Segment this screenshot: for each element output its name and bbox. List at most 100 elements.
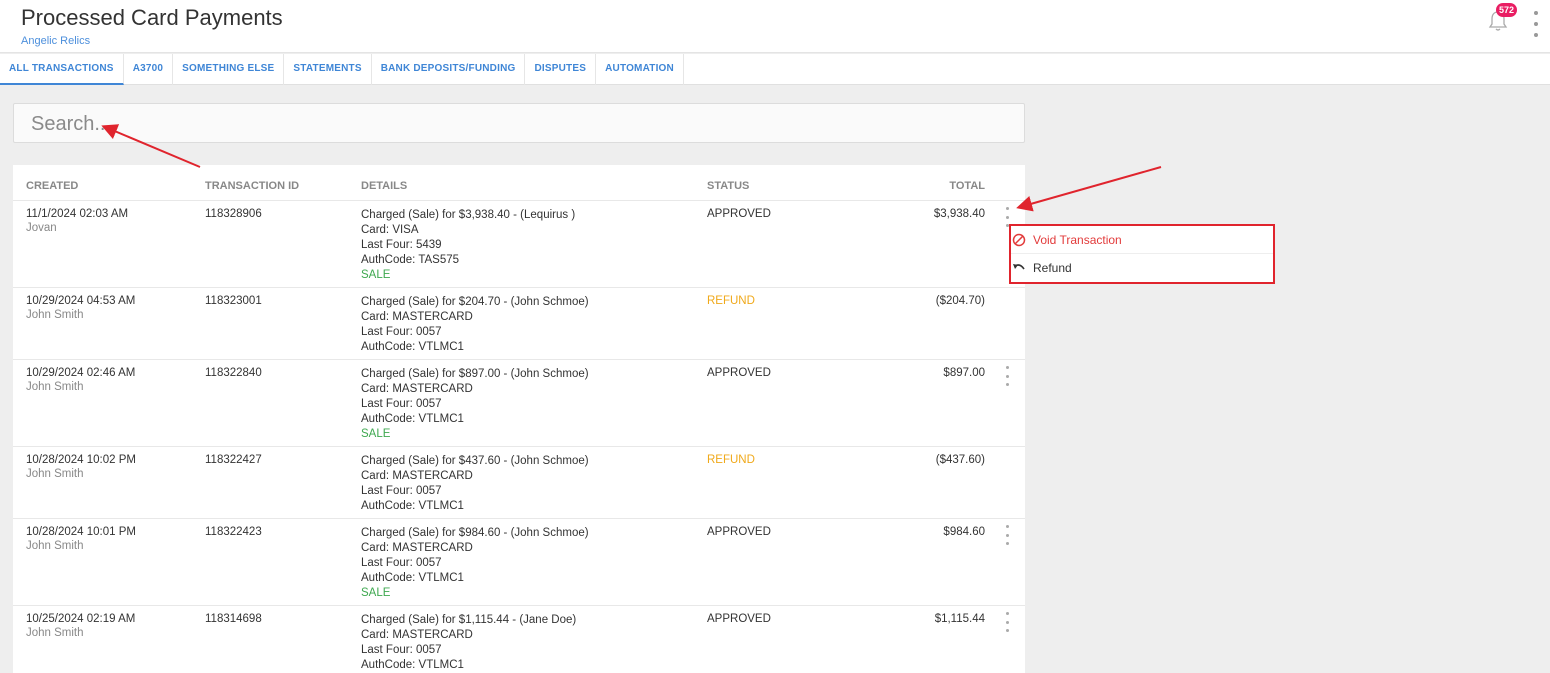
details-line: Last Four: 0057 bbox=[361, 557, 442, 569]
details-line: Card: MASTERCARD bbox=[361, 383, 473, 395]
table-row[interactable]: 10/29/2024 04:53 AM John Smith 118323001 Ch… bbox=[13, 288, 1025, 360]
transaction-details: Charged (Sale) for $1,115.44 - (Jane Doe… bbox=[361, 613, 576, 673]
tab-disputes[interactable]: DISPUTES bbox=[525, 54, 597, 85]
undo-icon bbox=[1013, 264, 1025, 270]
transaction-details: Charged (Sale) for $3,938.40 - (Lequirus… bbox=[361, 208, 575, 283]
annotation-arrow-menu bbox=[1016, 166, 1162, 212]
table-header: CREATED TRANSACTION ID DETAILS STATUS TO… bbox=[13, 165, 1025, 201]
refund-menu-item[interactable]: Refund bbox=[1011, 254, 1273, 282]
transaction-id: 118323001 bbox=[205, 295, 262, 307]
row-context-menu: Void Transaction Refund bbox=[1009, 224, 1275, 284]
table-row[interactable]: 10/28/2024 10:02 PM John Smith 118322427 Ch… bbox=[13, 447, 1025, 519]
created-by: John Smith bbox=[26, 468, 84, 480]
status-badge: APPROVED bbox=[707, 526, 771, 538]
column-created[interactable]: CREATED bbox=[26, 180, 78, 192]
details-line: AuthCode: VTLMC1 bbox=[361, 341, 464, 353]
details-line: Last Four: 0057 bbox=[361, 398, 442, 410]
tab-automation[interactable]: AUTOMATION bbox=[596, 54, 684, 85]
notification-badge: 572 bbox=[1496, 3, 1518, 17]
details-line: Card: MASTERCARD bbox=[361, 470, 473, 482]
search-input[interactable]: Search... bbox=[13, 103, 1025, 143]
details-line: AuthCode: TAS575 bbox=[361, 254, 460, 266]
created-date: 10/29/2024 04:53 AM bbox=[26, 295, 136, 307]
details-line: AuthCode: VTLMC1 bbox=[361, 413, 464, 425]
details-line: AuthCode: VTLMC1 bbox=[361, 659, 464, 671]
transaction-type: SALE bbox=[361, 428, 391, 440]
created-date: 10/28/2024 10:01 PM bbox=[26, 526, 136, 538]
transaction-type: SALE bbox=[361, 587, 391, 599]
status-badge: REFUND bbox=[707, 295, 755, 307]
row-menu-kebab-icon[interactable] bbox=[1004, 366, 1010, 386]
created-by: John Smith bbox=[26, 381, 84, 393]
transaction-id: 118322427 bbox=[205, 454, 262, 466]
refund-label: Refund bbox=[1033, 261, 1072, 275]
column-total[interactable]: TOTAL bbox=[949, 180, 985, 192]
transaction-details: Charged (Sale) for $984.60 - (John Schmo… bbox=[361, 526, 589, 601]
void-transaction-menu-item[interactable]: Void Transaction bbox=[1011, 226, 1273, 254]
details-line: Charged (Sale) for $3,938.40 - (Lequirus… bbox=[361, 209, 576, 221]
status-badge: APPROVED bbox=[707, 208, 771, 220]
transaction-id: 118322840 bbox=[205, 367, 262, 379]
created-date: 10/25/2024 02:19 AM bbox=[26, 613, 136, 625]
details-line: Last Four: 0057 bbox=[361, 485, 442, 497]
tab-something-else[interactable]: SOMETHING ELSE bbox=[173, 54, 285, 85]
details-line: Card: MASTERCARD bbox=[361, 311, 473, 323]
page-title: Processed Card Payments bbox=[21, 5, 283, 30]
details-line: Card: VISA bbox=[361, 224, 419, 236]
created-date: 11/1/2024 02:03 AM bbox=[26, 208, 129, 220]
details-line: Last Four: 0057 bbox=[361, 326, 442, 338]
row-menu-kebab-icon[interactable] bbox=[1004, 612, 1010, 632]
table-row[interactable]: 10/25/2024 02:19 AM John Smith 118314698 Ch… bbox=[13, 606, 1025, 673]
details-line: Charged (Sale) for $984.60 - (John Schmo… bbox=[361, 527, 589, 539]
transaction-total: $1,115.44 bbox=[934, 613, 985, 625]
kebab-icon[interactable] bbox=[1532, 11, 1540, 37]
tab-a3700[interactable]: A3700 bbox=[124, 54, 174, 85]
transaction-details: Charged (Sale) for $897.00 - (John Schmo… bbox=[361, 367, 589, 442]
row-menu-kebab-icon[interactable] bbox=[1004, 525, 1010, 545]
details-line: Charged (Sale) for $437.60 - (John Schmo… bbox=[361, 455, 589, 467]
details-line: AuthCode: VTLMC1 bbox=[361, 500, 464, 512]
details-line: AuthCode: VTLMC1 bbox=[361, 572, 464, 584]
created-by: John Smith bbox=[26, 540, 84, 552]
tab-statements[interactable]: STATEMENTS bbox=[284, 54, 372, 85]
details-line: Last Four: 0057 bbox=[361, 644, 442, 656]
details-line: Card: MASTERCARD bbox=[361, 629, 473, 641]
tab-bar: ALL TRANSACTIONS A3700 SOMETHING ELSE ST… bbox=[0, 54, 1550, 85]
transaction-total: ($437.60) bbox=[935, 454, 985, 466]
transaction-id: 118322423 bbox=[205, 526, 262, 538]
created-date: 10/29/2024 02:46 AM bbox=[26, 367, 136, 379]
table-row[interactable]: 10/28/2024 10:01 PM John Smith 118322423 Ch… bbox=[13, 519, 1025, 606]
column-transaction-id[interactable]: TRANSACTION ID bbox=[205, 180, 299, 192]
transaction-total: $3,938.40 bbox=[933, 208, 985, 220]
details-line: Charged (Sale) for $1,115.44 - (Jane Doe… bbox=[361, 614, 577, 626]
transaction-details: Charged (Sale) for $437.60 - (John Schmo… bbox=[361, 454, 589, 514]
transaction-id: 118328906 bbox=[205, 208, 262, 220]
details-line: Charged (Sale) for $204.70 - (John Schmo… bbox=[361, 296, 589, 308]
details-line: Charged (Sale) for $897.00 - (John Schmo… bbox=[361, 368, 589, 380]
created-by: John Smith bbox=[26, 627, 84, 639]
transactions-table: CREATED TRANSACTION ID DETAILS STATUS TO… bbox=[13, 165, 1025, 673]
status-badge: APPROVED bbox=[707, 367, 771, 379]
column-status[interactable]: STATUS bbox=[707, 180, 749, 192]
tab-bank-deposits[interactable]: BANK DEPOSITS/FUNDING bbox=[372, 54, 526, 85]
transaction-total: $984.60 bbox=[943, 526, 985, 538]
created-by: John Smith bbox=[26, 309, 84, 321]
table-row[interactable]: 11/1/2024 02:03 AM Jovan 118328906 Charged … bbox=[13, 201, 1025, 288]
table-row[interactable]: 10/29/2024 02:46 AM John Smith 118322840 Ch… bbox=[13, 360, 1025, 447]
status-badge: REFUND bbox=[707, 454, 755, 466]
transaction-total: ($204.70) bbox=[935, 295, 985, 307]
status-badge: APPROVED bbox=[707, 613, 771, 625]
transaction-id: 118314698 bbox=[205, 613, 262, 625]
column-details[interactable]: DETAILS bbox=[361, 180, 407, 192]
transaction-type: SALE bbox=[361, 269, 391, 281]
void-transaction-label: Void Transaction bbox=[1033, 232, 1122, 247]
tab-all-transactions[interactable]: ALL TRANSACTIONS bbox=[0, 54, 124, 85]
transaction-details: Charged (Sale) for $204.70 - (John Schmo… bbox=[361, 295, 589, 355]
details-line: Card: MASTERCARD bbox=[361, 542, 473, 554]
transaction-total: $897.00 bbox=[943, 367, 985, 379]
merchant-link[interactable]: Angelic Relics bbox=[21, 35, 90, 47]
created-by: Jovan bbox=[26, 222, 57, 234]
ban-icon bbox=[1012, 233, 1026, 246]
created-date: 10/28/2024 10:02 PM bbox=[26, 454, 136, 466]
details-line: Last Four: 5439 bbox=[361, 239, 442, 251]
